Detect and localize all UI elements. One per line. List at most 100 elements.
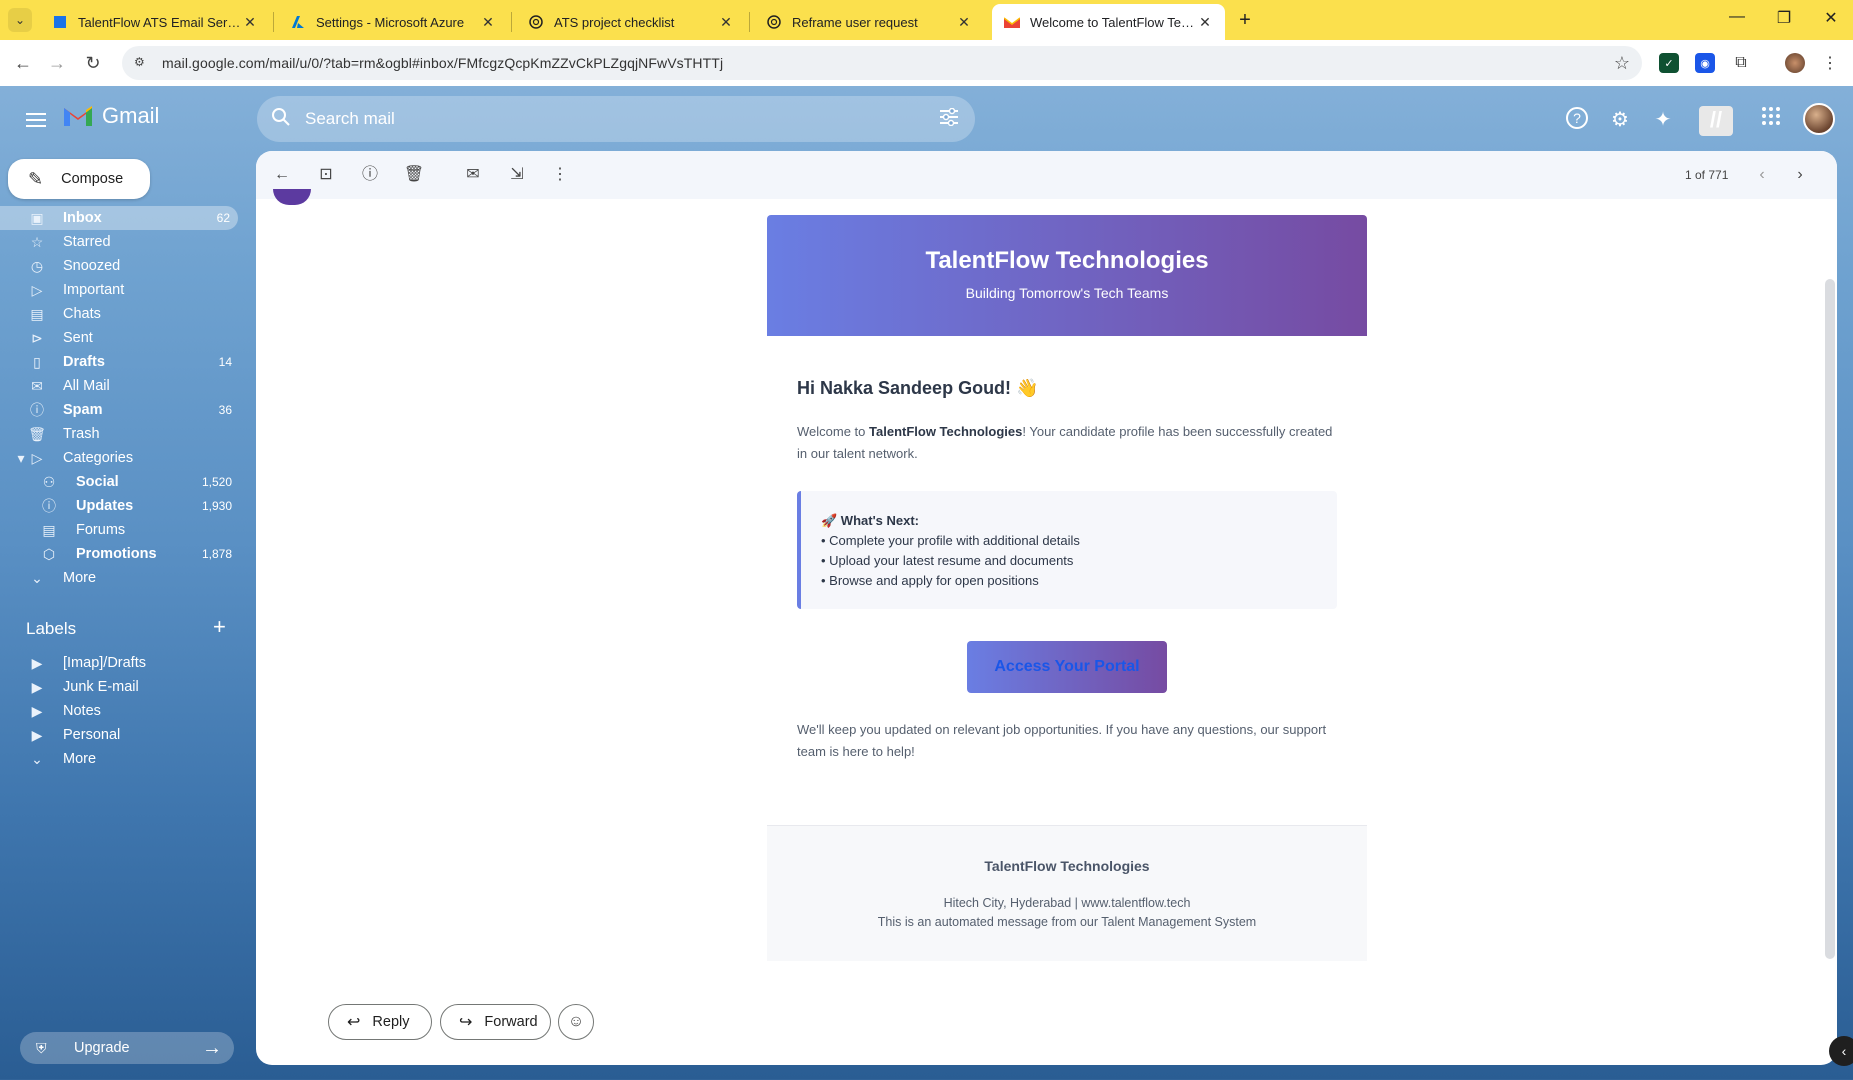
browser-toolbar: ← → ↻ ⚙ mail.google.com/mail/u/0/?tab=rm… xyxy=(0,40,1853,86)
side-panel-toggle-icon[interactable]: ‹ xyxy=(1829,1036,1853,1066)
main-menu-icon[interactable] xyxy=(24,108,48,132)
compose-button[interactable]: ✎ Compose xyxy=(8,159,150,199)
extension-icon[interactable]: ◉ xyxy=(1695,53,1715,73)
chatgpt-icon xyxy=(766,14,782,30)
extension-app-icon[interactable]: // xyxy=(1699,106,1733,136)
label-personal[interactable]: ▶ Personal xyxy=(0,723,240,747)
sidebar-item-promotions[interactable]: ⬡ Promotions 1,878 xyxy=(0,542,240,566)
profile-avatar[interactable] xyxy=(1785,53,1805,73)
site-info-icon[interactable]: ⚙ xyxy=(134,55,150,71)
label-notes[interactable]: ▶ Notes xyxy=(0,699,240,723)
forward-button[interactable]: ↪ Forward xyxy=(440,1004,551,1040)
email-body: TalentFlow Technologies Building Tomorro… xyxy=(767,215,1367,961)
back-to-inbox-icon[interactable]: ← xyxy=(270,163,294,187)
browser-menu-icon[interactable]: ⋮ xyxy=(1820,53,1840,73)
search-icon[interactable] xyxy=(271,107,295,131)
sidebar-item-important[interactable]: ▷ Important xyxy=(0,278,240,302)
search-bar[interactable] xyxy=(257,96,975,142)
help-icon[interactable]: ? xyxy=(1563,106,1591,134)
message-toolbar: ← ⊡ ⓘ 🗑 ✉ ⇲ ⋮ 1 of 771 ‹ › xyxy=(256,151,1837,199)
reload-icon[interactable]: ↻ xyxy=(80,50,106,76)
extension-icon[interactable]: ✓ xyxy=(1659,53,1679,73)
next-step-item: • Complete your profile with additional … xyxy=(821,533,1080,548)
tab-welcome-talentflow[interactable]: Welcome to TalentFlow Technol ✕ xyxy=(992,4,1225,40)
sidebar-item-snoozed[interactable]: ◷ Snoozed xyxy=(0,254,240,278)
label-icon: ▶ xyxy=(31,654,43,671)
email-footer: TalentFlow Technologies Hitech City, Hyd… xyxy=(767,825,1367,961)
draft-icon: ▯ xyxy=(33,353,41,370)
restore-icon[interactable]: ❐ xyxy=(1772,8,1796,28)
url-text: mail.google.com/mail/u/0/?tab=rm&ogbl#in… xyxy=(162,55,724,71)
sidebar-item-drafts[interactable]: ▯ Drafts 14 xyxy=(0,350,240,374)
report-spam-icon[interactable]: ⓘ xyxy=(358,163,382,187)
delete-icon[interactable]: 🗑 xyxy=(402,163,426,187)
mark-unread-icon[interactable]: ✉ xyxy=(461,163,485,187)
close-icon[interactable]: ✕ xyxy=(242,14,258,31)
sidebar-item-starred[interactable]: ☆ Starred xyxy=(0,230,240,254)
arrow-right-icon: → xyxy=(202,1036,222,1059)
newer-chevron-icon[interactable]: ‹ xyxy=(1750,163,1774,187)
scrollbar[interactable] xyxy=(1825,279,1835,959)
sidebar-nav: ▣ Inbox 62 ☆ Starred ◷ Snoozed ▷ Importa… xyxy=(0,206,240,590)
access-portal-button[interactable]: Access Your Portal xyxy=(967,641,1167,693)
footer-address: Hitech City, Hyderabad | www.talentflow.… xyxy=(943,896,1191,910)
all-mail-icon: ✉ xyxy=(31,377,43,394)
older-chevron-icon[interactable]: › xyxy=(1788,163,1812,187)
upgrade-button[interactable]: ⛨ Upgrade → xyxy=(20,1032,234,1064)
label-imap-drafts[interactable]: ▶ [Imap]/Drafts xyxy=(0,651,240,675)
tab-azure-settings[interactable]: Settings - Microsoft Azure ✕ xyxy=(278,4,508,40)
svg-text:?: ? xyxy=(1573,110,1581,126)
sidebar-item-inbox[interactable]: ▣ Inbox 62 xyxy=(0,206,238,230)
sidebar-item-forums[interactable]: ▤ Forums xyxy=(0,518,240,542)
back-arrow-icon[interactable]: ← xyxy=(10,50,36,76)
puzzle-extensions-icon[interactable]: ⧉ xyxy=(1731,53,1751,73)
window-close-icon[interactable]: ✕ xyxy=(1819,8,1843,28)
close-icon[interactable]: ✕ xyxy=(1197,14,1213,31)
sidebar-item-sent[interactable]: ⊳ Sent xyxy=(0,326,240,350)
gemini-sparkle-icon[interactable]: ✦ xyxy=(1649,106,1677,134)
sidebar-item-trash[interactable]: 🗑 Trash xyxy=(0,422,240,446)
apps-grid-icon[interactable] xyxy=(1757,106,1785,134)
sidebar-item-more[interactable]: ⌄ More xyxy=(0,566,240,590)
label-junk-email[interactable]: ▶ Junk E-mail xyxy=(0,675,240,699)
sidebar-item-social[interactable]: ⚇ Social 1,520 xyxy=(0,470,240,494)
account-avatar[interactable] xyxy=(1803,103,1835,135)
tab-ats-checklist[interactable]: ATS project checklist ✕ xyxy=(516,4,746,40)
forward-arrow-icon[interactable]: → xyxy=(44,50,70,76)
sidebar-item-chats[interactable]: ▤ Chats xyxy=(0,302,240,326)
sidebar-item-categories[interactable]: ▾ ▷ Categories xyxy=(0,446,240,470)
sidebar-item-all-mail[interactable]: ✉ All Mail xyxy=(0,374,240,398)
bookmark-star-icon[interactable]: ☆ xyxy=(1614,53,1630,74)
tab-search-icon[interactable]: ⌄ xyxy=(8,8,32,32)
close-icon[interactable]: ✕ xyxy=(956,14,972,31)
tab-divider xyxy=(273,12,274,32)
sidebar-item-updates[interactable]: ⓘ Updates 1,930 xyxy=(0,494,240,518)
labels-more[interactable]: ⌄ More xyxy=(0,747,240,771)
move-to-icon[interactable]: ⇲ xyxy=(505,163,529,187)
search-options-icon[interactable] xyxy=(939,107,959,131)
archive-icon[interactable]: ⊡ xyxy=(314,163,338,187)
more-options-icon[interactable]: ⋮ xyxy=(548,163,572,187)
minimize-icon[interactable]: — xyxy=(1725,8,1749,26)
settings-gear-icon[interactable]: ⚙ xyxy=(1606,106,1634,134)
tab-reframe-request[interactable]: Reframe user request ✕ xyxy=(754,4,984,40)
close-icon[interactable]: ✕ xyxy=(718,14,734,31)
new-tab-button[interactable]: + xyxy=(1233,8,1257,32)
email-header-banner: TalentFlow Technologies Building Tomorro… xyxy=(767,215,1367,336)
close-icon[interactable]: ✕ xyxy=(480,14,496,31)
sidebar-item-spam[interactable]: ⓘ Spam 36 xyxy=(0,398,240,422)
address-bar[interactable]: ⚙ mail.google.com/mail/u/0/?tab=rm&ogbl#… xyxy=(122,46,1642,80)
reply-button[interactable]: ↩ Reply xyxy=(328,1004,432,1040)
tab-talentflow-ats[interactable]: TalentFlow ATS Email Service - I ✕ xyxy=(40,4,270,40)
search-input[interactable] xyxy=(305,109,905,129)
label-icon: ▶ xyxy=(31,726,43,743)
label-icon: ▶ xyxy=(31,702,43,719)
greeting: Hi Nakka Sandeep Goud! 👋 xyxy=(797,378,1039,398)
whats-next-box: 🚀 What's Next: • Complete your profile w… xyxy=(797,491,1337,609)
add-label-icon[interactable]: + xyxy=(213,614,226,640)
sender-avatar[interactable] xyxy=(273,189,311,205)
gmail-logo[interactable]: Gmail xyxy=(62,103,159,129)
emoji-reaction-icon[interactable]: ☺ xyxy=(558,1004,594,1040)
people-icon: ⚇ xyxy=(42,473,56,490)
chatgpt-icon xyxy=(528,14,544,30)
